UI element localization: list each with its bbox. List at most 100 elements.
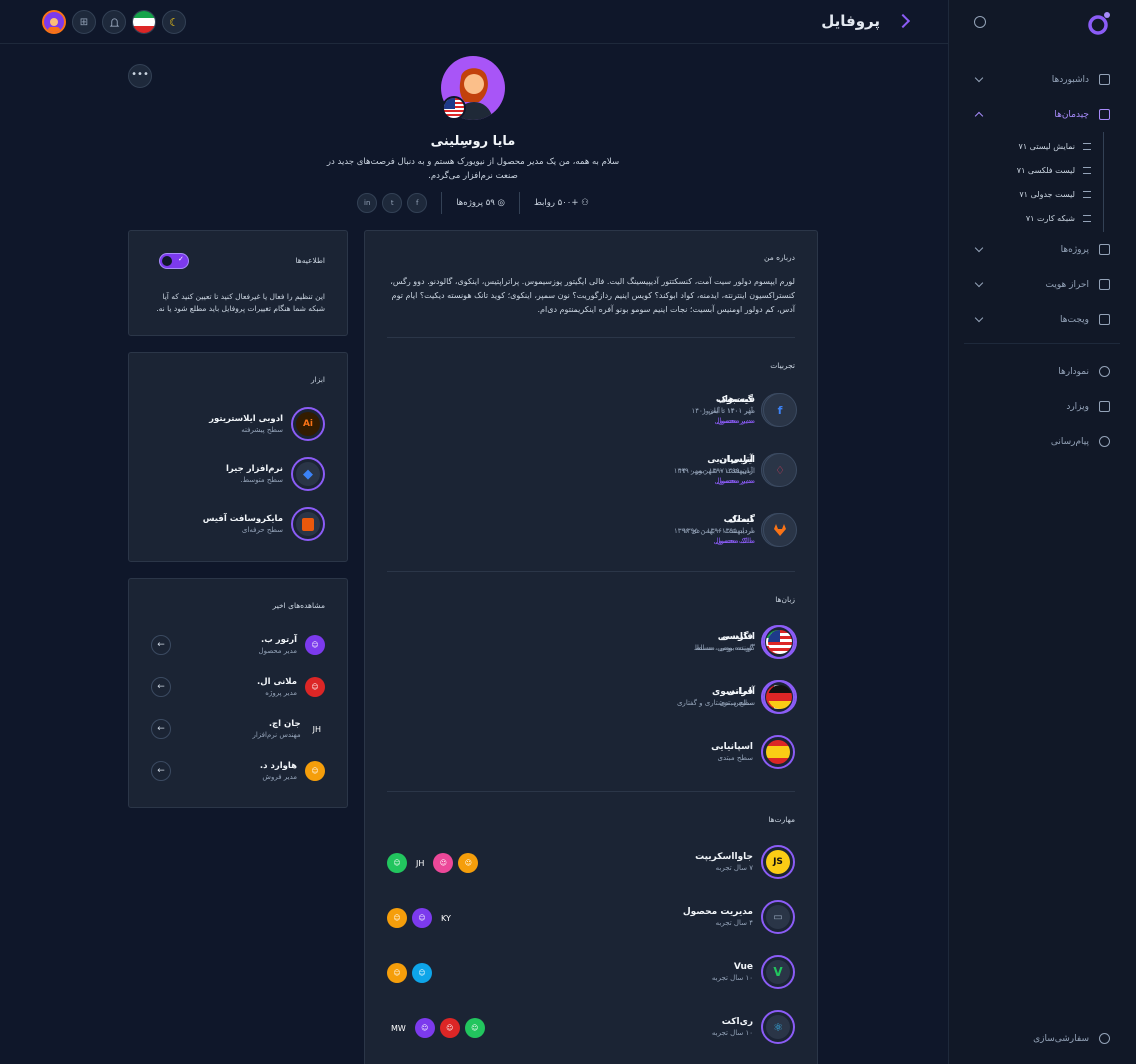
sidebar-item-dashboards[interactable]: داشبوردها bbox=[964, 62, 1120, 97]
moon-icon[interactable]: ☾ bbox=[162, 10, 186, 34]
avatar[interactable]: ☺ bbox=[412, 963, 432, 983]
box-icon: ▭ bbox=[761, 900, 795, 934]
skill-name: ری‌اکت bbox=[721, 1017, 753, 1027]
list-icon bbox=[1083, 142, 1091, 150]
experience-item: ♢ ایربی‌ان‌بی اردیبهشت ۱۳۹۷ - مهر ۱۳۹۹ مدیر… bbox=[597, 453, 797, 487]
experience-role[interactable]: مالک محصول bbox=[683, 537, 755, 545]
list-icon bbox=[1083, 166, 1091, 174]
experience-company: ایربی‌ان‌بی bbox=[707, 455, 755, 465]
profile-main-card: درباره من لورم ایپسوم دولور سیت آمت، کنس… bbox=[364, 230, 818, 1064]
sidebar-item-projects[interactable]: پروژه‌ها bbox=[964, 232, 1120, 267]
skill-endorsers: ☺ JH ☺ ☺ bbox=[387, 853, 479, 873]
avatar[interactable]: ☺ bbox=[439, 1018, 460, 1038]
language-item: انگلیسی گوینده بومی، مسلط bbox=[597, 625, 797, 659]
skill-experience: ۱۰ سال تجربه bbox=[711, 974, 753, 982]
avatar[interactable]: ☺ bbox=[387, 908, 407, 928]
avatar[interactable]: ☺ bbox=[387, 853, 407, 873]
chevron-up-icon bbox=[974, 111, 984, 121]
skill-item: V Vue ۱۰ سال تجربه bbox=[595, 955, 795, 989]
avatar[interactable]: ☺ bbox=[387, 963, 407, 983]
submenu-item-flex-list[interactable]: لیست فلکسی ۷۱ bbox=[964, 158, 1103, 182]
tool-name: مایکروسافت آفیس bbox=[202, 514, 283, 524]
illustrator-icon: Ai bbox=[291, 407, 325, 441]
javascript-icon: JS bbox=[761, 845, 795, 879]
divider bbox=[964, 343, 1120, 344]
office-icon bbox=[291, 507, 325, 541]
more-options-button[interactable]: ••• bbox=[128, 64, 152, 88]
airbnb-icon: ♢ bbox=[763, 453, 797, 487]
user-avatar[interactable] bbox=[42, 10, 66, 34]
facebook-icon[interactable]: f bbox=[407, 193, 428, 213]
sidebar-item-charts[interactable]: نمودارها bbox=[964, 354, 1120, 389]
hexagon-icon bbox=[1099, 314, 1110, 325]
experience-role[interactable]: مدیر محصول bbox=[691, 417, 756, 425]
iran-flag-icon[interactable] bbox=[132, 10, 156, 34]
sidebar-item-messaging[interactable]: پیام‌رسانی bbox=[964, 424, 1120, 459]
customize-button[interactable]: سفارشی‌سازی bbox=[1033, 1033, 1110, 1044]
submenu-item-card-grid[interactable]: شبکه کارت ۷۱ bbox=[964, 206, 1103, 230]
avatar-initials[interactable]: KY bbox=[437, 908, 455, 928]
avatar[interactable]: ☺ bbox=[458, 853, 479, 873]
avatar-initials[interactable]: JH bbox=[412, 853, 428, 873]
tools-title: ابزار bbox=[310, 375, 325, 384]
avatar-initials[interactable]: MW bbox=[387, 1018, 410, 1038]
experience-role[interactable]: مدیر محصول bbox=[674, 477, 756, 485]
arrow-left-icon[interactable]: ← bbox=[151, 635, 171, 655]
skill-experience: ۷ سال تجربه bbox=[715, 864, 753, 872]
avatar[interactable]: ☺ bbox=[433, 853, 454, 873]
profile-bio: سلام به همه، من یک مدیر محصول از نیویورک… bbox=[326, 157, 620, 181]
chevron-down-icon bbox=[974, 243, 984, 253]
apps-grid-icon[interactable]: ⊞ bbox=[72, 10, 96, 34]
tools-card: ابزار Ai ادوبی ایلاستریتور سطح پیشرفته ◆ نر… bbox=[128, 352, 348, 562]
search-icon[interactable] bbox=[974, 16, 986, 28]
page-title: پروفایل bbox=[821, 12, 880, 30]
about-text: لورم ایپسوم دولور سیت آمت، کنسکتتور آدیپ… bbox=[390, 277, 795, 314]
viewer-name: آرتور ب. bbox=[261, 635, 297, 645]
notifications-toggle[interactable] bbox=[159, 253, 189, 269]
avatar[interactable]: ☺ bbox=[464, 1018, 485, 1038]
linkedin-icon[interactable]: in bbox=[357, 193, 378, 213]
viewer-role: مدیر محصول bbox=[258, 647, 298, 655]
experience-dates: مرداد ۱۳۹۵ - بهمن ۱۳۹۵ bbox=[683, 527, 755, 535]
chevron-down-icon bbox=[974, 278, 984, 288]
arrow-left-icon[interactable]: ← bbox=[151, 761, 171, 781]
sidebar-item-auth[interactable]: احراز هویت bbox=[964, 267, 1120, 302]
avatar[interactable]: ☺ bbox=[412, 908, 432, 928]
bell-icon[interactable] bbox=[102, 10, 126, 34]
language-name: آلمانی bbox=[726, 687, 755, 697]
sidebar-item-wizard[interactable]: ویزارد bbox=[964, 389, 1120, 424]
profile-header: ••• مایا روسِلینی سلام به همه، من یک مدی… bbox=[128, 56, 818, 216]
submenu-item-table-list[interactable]: لیست جدولی ۷۱ bbox=[964, 182, 1103, 206]
divider bbox=[387, 791, 795, 792]
avatar[interactable]: ☺ bbox=[414, 1018, 435, 1038]
recent-view-item: ☺ ملانی ال. مدیر پروژه ← bbox=[151, 677, 325, 697]
tool-name: نرم‌افزار جیرا bbox=[225, 464, 283, 474]
divider bbox=[387, 337, 795, 338]
divider bbox=[441, 192, 443, 214]
back-arrow-icon[interactable] bbox=[895, 13, 911, 29]
skill-name: مدیریت محصول bbox=[682, 907, 753, 917]
submenu-item-label: شبکه کارت ۷۱ bbox=[1025, 213, 1075, 223]
twitter-icon[interactable]: t bbox=[382, 193, 403, 213]
chat-icon bbox=[1099, 436, 1110, 447]
experience-company: فیسبوک bbox=[717, 395, 755, 405]
experience-item: گیت‌لب مرداد ۱۳۹۵ - بهمن ۱۳۹۵ مالک محصول bbox=[597, 513, 797, 547]
briefcase-icon bbox=[1099, 244, 1110, 255]
tool-name: ادوبی ایلاستریتور bbox=[209, 414, 283, 424]
divider bbox=[387, 571, 795, 572]
table-icon bbox=[1083, 190, 1091, 198]
viewer-name: ملانی ال. bbox=[257, 677, 297, 687]
sidebar-item-widgets[interactable]: ویجت‌ها bbox=[964, 302, 1120, 337]
sidebar-item-layouts[interactable]: چیدمان‌ها bbox=[964, 97, 1120, 132]
submenu-item-list-view[interactable]: نمایش لیستی ۷۱ bbox=[964, 134, 1103, 158]
skills-title: مهارت‌ها bbox=[768, 815, 795, 824]
language-level: سطح مبتدی bbox=[717, 754, 753, 762]
arrow-left-icon[interactable]: ← bbox=[151, 677, 171, 697]
arrow-left-icon[interactable]: ← bbox=[151, 719, 171, 739]
skill-endorsers: ☺ ☺ bbox=[387, 963, 432, 983]
notifications-description: این تنظیم را فعال یا غیرفعال کنید تا تعی… bbox=[156, 292, 325, 313]
recent-views-title: مشاهده‌های اخیر bbox=[272, 601, 325, 610]
chevron-down-icon bbox=[974, 313, 984, 323]
logo-icon[interactable] bbox=[1086, 10, 1112, 36]
tool-level: سطح متوسط. bbox=[240, 476, 283, 484]
